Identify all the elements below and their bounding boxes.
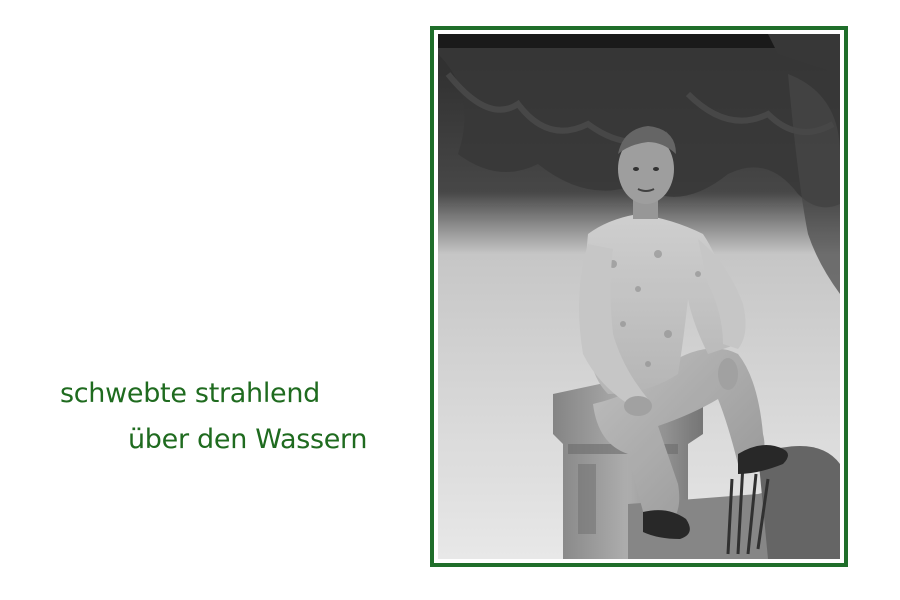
- photo-frame: [430, 26, 848, 567]
- caption: schwebte strahlend über den Wassern: [0, 0, 420, 600]
- page: schwebte strahlend über den Wassern: [0, 0, 900, 600]
- photo-man-by-water: [438, 34, 840, 559]
- caption-line-2: über den Wassern: [128, 424, 368, 455]
- caption-line-1: schwebte strahlend: [60, 378, 321, 409]
- photo: [438, 34, 840, 559]
